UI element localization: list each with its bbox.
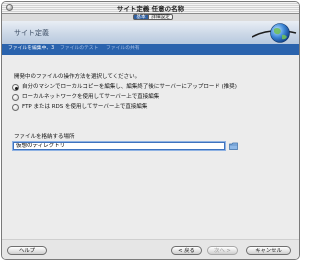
next-button[interactable]: 次へ > (207, 246, 238, 255)
radio-ftp-rds-label: FTP または RDS を使用してサーバー上で直接編集 (22, 104, 148, 110)
button-bar: ヘルプ < 戻る 次へ > キャンセル (2, 239, 299, 259)
step-editing: ファイルを編集中、3 (8, 46, 55, 51)
site-definition-window: サイト定義 任意の名称 基本 詳細設定 サイト定義 ファイルを編集中、3 ファイ… (1, 1, 300, 260)
instruction-text: 開発中のファイルの操作方法を選択してください。 (14, 74, 141, 80)
radio-local-copy[interactable] (12, 84, 19, 91)
wizard-header: サイト定義 (2, 21, 299, 44)
wizard-content: 開発中のファイルの操作方法を選択してください。 自分のマシンでローカルコピーを編… (2, 55, 299, 235)
radio-local-network-label: ローカルネットワークを使用してサーバー上で直接編集 (22, 94, 160, 100)
step-sharing: ファイルの共有 (106, 46, 140, 51)
radio-ftp-rds[interactable] (12, 104, 19, 111)
step-testing: ファイルのテスト (60, 46, 99, 51)
title-bar: サイト定義 任意の名称 (2, 2, 299, 14)
folder-field-label: ファイルを格納する場所 (14, 134, 75, 140)
window-title: サイト定義 任意の名称 (116, 5, 185, 13)
folder-path-input[interactable] (13, 142, 225, 150)
tab-basic[interactable]: 基本 (133, 14, 149, 20)
radio-local-network[interactable] (12, 94, 19, 101)
tab-advanced[interactable]: 詳細設定 (149, 14, 173, 20)
back-button[interactable]: < 戻る (171, 246, 202, 255)
browse-folder-icon[interactable] (229, 142, 238, 150)
radio-local-copy-label: 自分のマシンでローカルコピーを編集し、編集終了後にサーバーにアップロード (推奨… (22, 84, 237, 90)
cancel-button[interactable]: キャンセル (246, 246, 291, 255)
wizard-steps-bar: ファイルを編集中、3 ファイルのテスト ファイルの共有 (2, 44, 299, 55)
help-button[interactable]: ヘルプ (7, 246, 47, 255)
globe-network-icon (251, 21, 298, 45)
mode-tab-bar: 基本 詳細設定 (2, 14, 299, 21)
header-title: サイト定義 (14, 29, 49, 37)
